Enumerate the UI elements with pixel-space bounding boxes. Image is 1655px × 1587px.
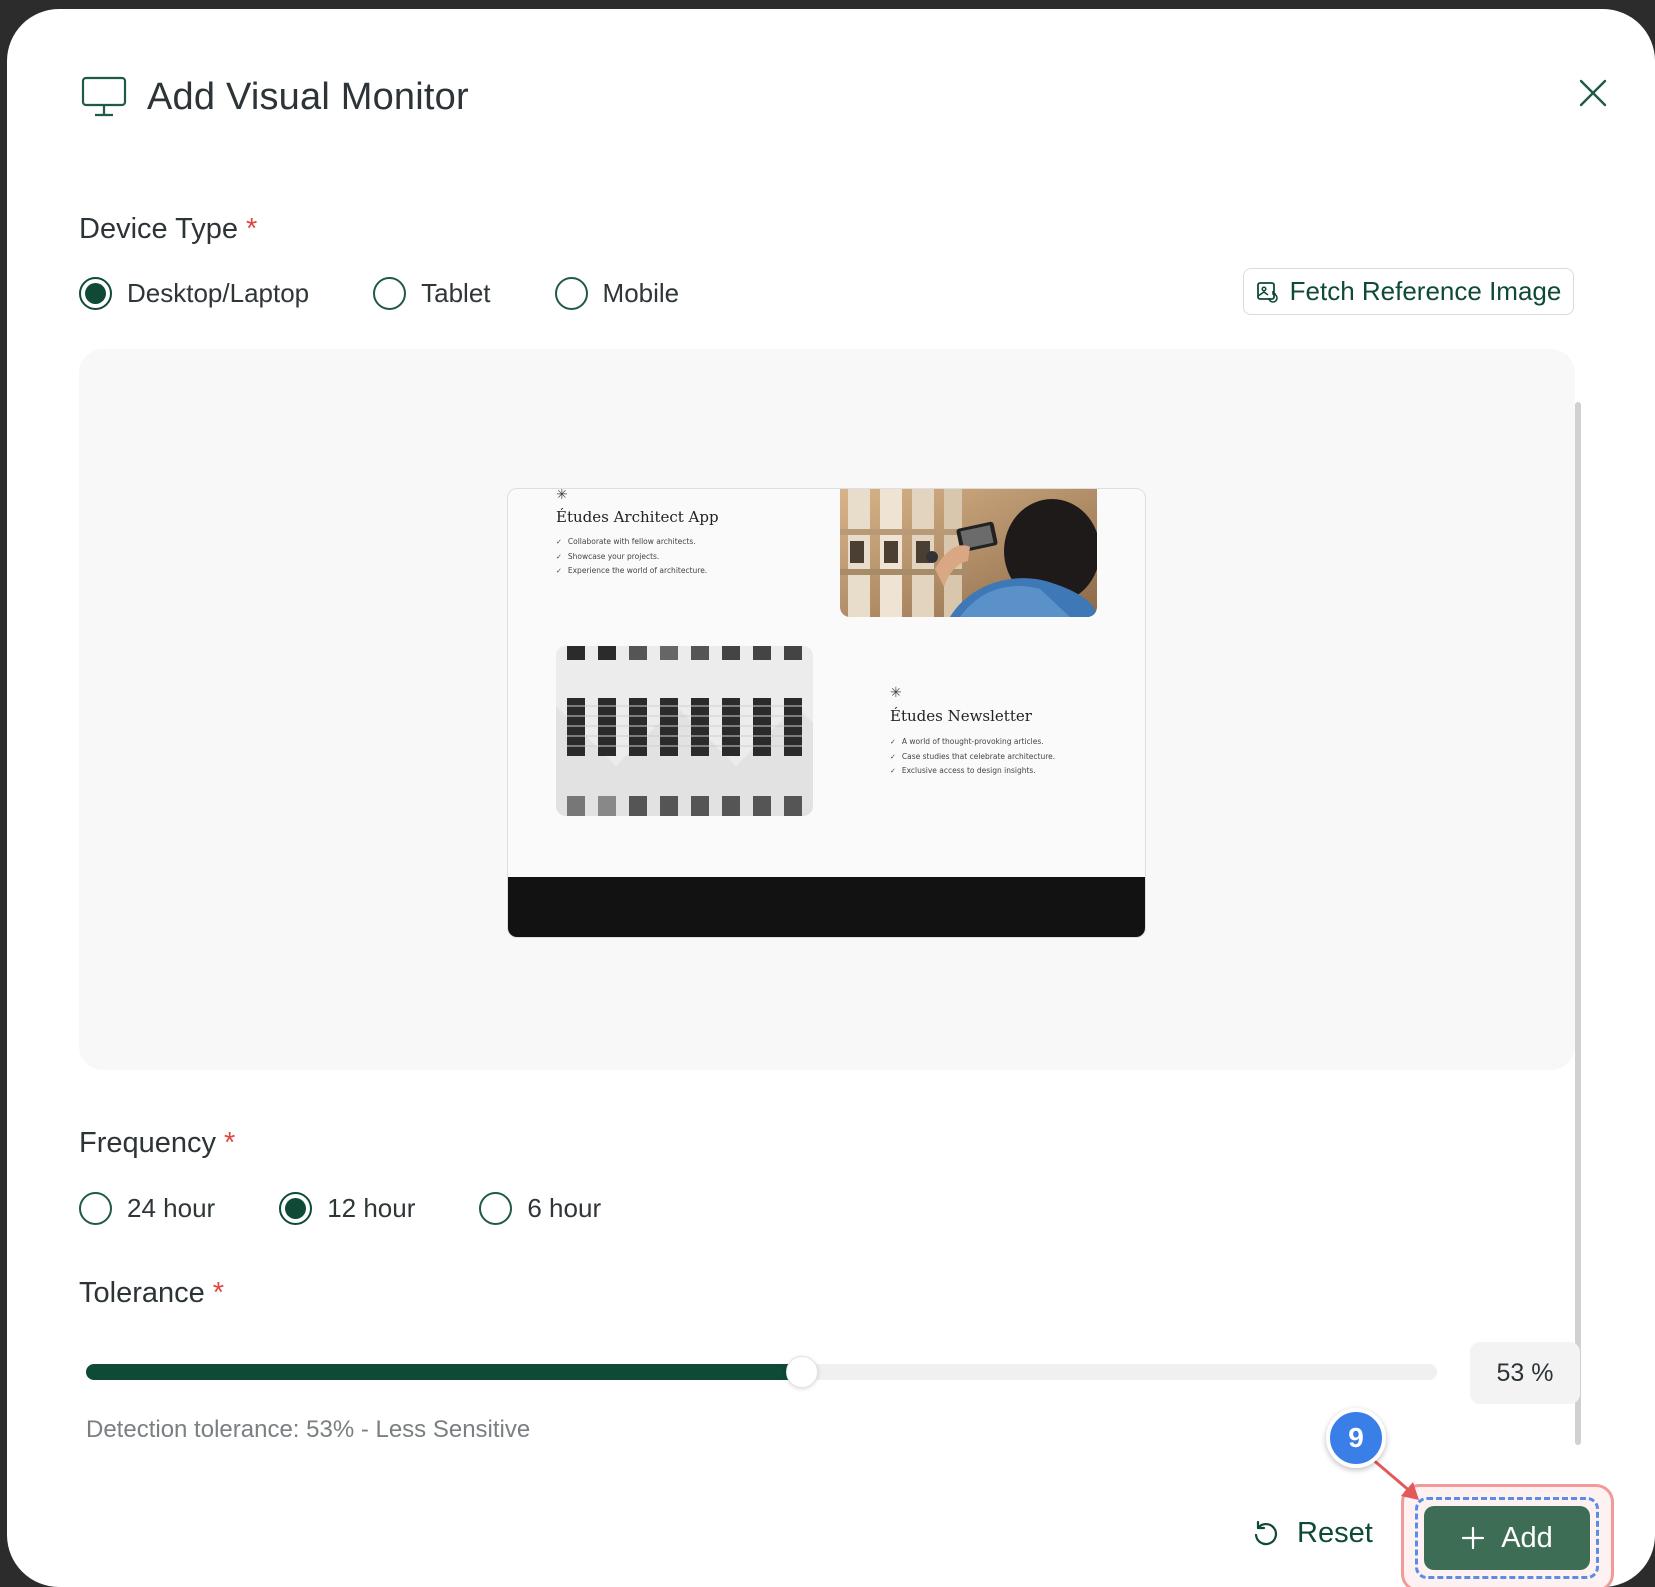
frequency-label: Frequency * bbox=[79, 1127, 235, 1160]
reset-label: Reset bbox=[1297, 1517, 1373, 1549]
radio-indicator[interactable] bbox=[479, 1192, 513, 1225]
device-type-label-text: Device Type bbox=[79, 213, 239, 245]
radio-desktop-laptop[interactable]: Desktop/Laptop bbox=[79, 277, 309, 310]
list-item: Experience the world of architecture. bbox=[556, 564, 707, 579]
frequency-label-text: Frequency bbox=[79, 1127, 217, 1159]
scrollbar[interactable] bbox=[1575, 402, 1581, 1445]
preview-star-mark: ✳ bbox=[556, 488, 568, 503]
plus-icon bbox=[1462, 1526, 1485, 1550]
tolerance-label-text: Tolerance bbox=[79, 1277, 205, 1309]
radio-label: Tablet bbox=[421, 278, 491, 308]
preview-newsletter-title: Études Newsletter bbox=[890, 707, 1032, 725]
radio-label: Desktop/Laptop bbox=[127, 278, 310, 308]
photo-image bbox=[840, 489, 1097, 617]
device-type-radio-group: Desktop/Laptop Tablet Mobile bbox=[79, 277, 679, 310]
preview-footer-bar bbox=[508, 877, 1145, 937]
list-item: Exclusive access to design insights. bbox=[890, 764, 1055, 779]
preview-app-title: Études Architect App bbox=[556, 508, 719, 526]
radio-indicator[interactable] bbox=[554, 277, 588, 310]
list-item: Showcase your projects. bbox=[556, 550, 707, 565]
reference-image-screenshot: ✳ Études Architect App Collaborate with … bbox=[507, 488, 1146, 938]
radio-selected-indicator[interactable] bbox=[79, 277, 112, 310]
reset-icon bbox=[1254, 1520, 1278, 1545]
dialog-title: Add Visual Monitor bbox=[147, 75, 469, 118]
preview-star-mark: ✳ bbox=[890, 685, 902, 701]
preview-newsletter-feature-list: A world of thought-provoking articles. C… bbox=[890, 735, 1055, 779]
tolerance-value: 53 % bbox=[1470, 1342, 1580, 1404]
reset-button[interactable]: Reset bbox=[1251, 1517, 1373, 1550]
list-item: A world of thought-provoking articles. bbox=[890, 735, 1055, 750]
radio-mobile[interactable]: Mobile bbox=[554, 277, 680, 310]
required-mark: * bbox=[246, 213, 258, 245]
fetch-reference-image-button[interactable]: Fetch Reference Image bbox=[1243, 268, 1574, 315]
fetch-reference-image-label: Fetch Reference Image bbox=[1289, 276, 1562, 306]
add-button[interactable]: Add bbox=[1424, 1506, 1590, 1570]
radio-6-hour[interactable]: 6 hour bbox=[479, 1192, 601, 1225]
step-arrow-icon bbox=[1369, 1456, 1419, 1500]
device-type-label: Device Type * bbox=[79, 213, 257, 246]
tolerance-slider[interactable] bbox=[86, 1356, 1437, 1388]
required-mark: * bbox=[212, 1277, 225, 1309]
tolerance-slider-fill bbox=[86, 1364, 803, 1380]
radio-indicator[interactable] bbox=[373, 277, 407, 310]
tolerance-slider-thumb[interactable] bbox=[786, 1356, 819, 1388]
list-item: Collaborate with fellow architects. bbox=[556, 535, 707, 550]
close-icon[interactable] bbox=[1573, 73, 1613, 113]
frequency-radio-group: 24 hour 12 hour 6 hour bbox=[79, 1192, 601, 1225]
step-number-badge: 9 bbox=[1326, 1408, 1386, 1468]
photo-image bbox=[556, 646, 813, 816]
preview-photo-building-facade bbox=[556, 646, 813, 816]
radio-12-hour[interactable]: 12 hour bbox=[279, 1192, 415, 1225]
add-visual-monitor-dialog: Add Visual Monitor Device Type * Desktop/… bbox=[7, 9, 1655, 1587]
add-label: Add bbox=[1501, 1521, 1553, 1554]
tolerance-label: Tolerance * bbox=[79, 1277, 224, 1310]
monitor-icon bbox=[81, 76, 127, 117]
radio-tablet[interactable]: Tablet bbox=[373, 277, 491, 310]
list-item: Case studies that celebrate architecture… bbox=[890, 750, 1055, 765]
required-mark: * bbox=[224, 1127, 236, 1159]
radio-selected-indicator[interactable] bbox=[279, 1192, 313, 1225]
radio-label: Mobile bbox=[602, 278, 680, 308]
radio-label: 12 hour bbox=[327, 1193, 416, 1223]
radio-label: 24 hour bbox=[127, 1193, 216, 1223]
tolerance-helper-text: Detection tolerance: 53% - Less Sensitiv… bbox=[86, 1416, 531, 1443]
preview-photo-architecture bbox=[840, 489, 1097, 617]
preview-app-feature-list: Collaborate with fellow architects. Show… bbox=[556, 535, 707, 579]
dialog-header: Add Visual Monitor bbox=[81, 75, 469, 119]
radio-24-hour[interactable]: 24 hour bbox=[79, 1192, 215, 1225]
radio-label: 6 hour bbox=[527, 1193, 602, 1223]
image-refresh-icon bbox=[1256, 281, 1278, 303]
radio-indicator[interactable] bbox=[79, 1192, 112, 1225]
